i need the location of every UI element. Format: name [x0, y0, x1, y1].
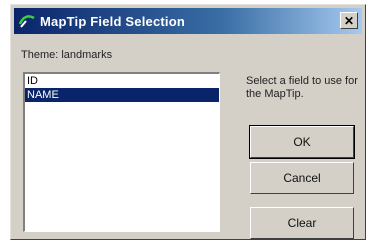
field-list-item-selected[interactable]: NAME — [25, 88, 219, 102]
close-button[interactable]: ✕ — [340, 12, 358, 29]
window-title: MapTip Field Selection — [40, 13, 186, 29]
close-icon: ✕ — [343, 13, 355, 28]
instruction-text: Select a field to use for the MapTip. — [246, 75, 358, 100]
theme-label: Theme: landmarks — [21, 49, 113, 61]
maptip-field-selection-dialog: MapTip Field Selection ✕ Theme: landmark… — [10, 4, 366, 240]
clear-button[interactable]: Clear — [250, 207, 354, 239]
field-list-item[interactable]: ID — [25, 74, 219, 88]
title-bar[interactable]: MapTip Field Selection ✕ — [14, 8, 362, 34]
cancel-button[interactable]: Cancel — [250, 162, 354, 194]
ok-button[interactable]: OK — [249, 125, 355, 159]
field-listbox[interactable]: ID NAME — [23, 72, 220, 232]
maptip-app-icon — [18, 15, 35, 28]
